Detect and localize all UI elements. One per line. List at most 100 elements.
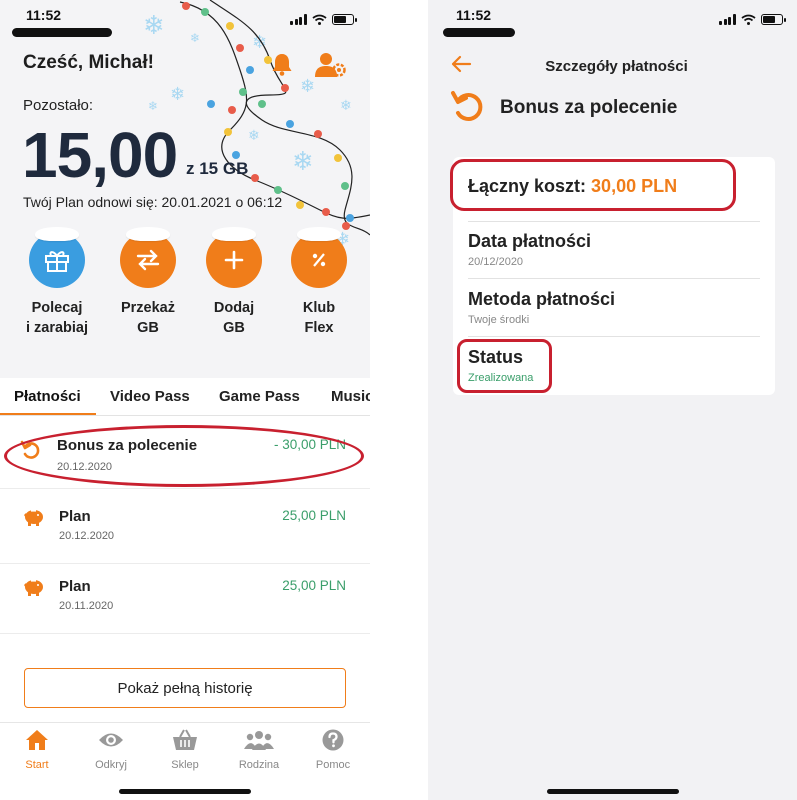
- svg-text:❄: ❄: [190, 31, 200, 45]
- add-gb-label: Dodaj GB: [213, 300, 255, 336]
- nav-family[interactable]: Rodzina: [222, 729, 296, 771]
- payment-date: 20.12.2020: [57, 461, 113, 473]
- eye-icon: [99, 733, 123, 747]
- plus-icon: [206, 227, 262, 288]
- flex-club-label: Klub Flex: [302, 300, 336, 336]
- total-cost-value: 30,00 PLN: [591, 176, 678, 196]
- payment-date-label: Data płatności: [468, 231, 592, 251]
- help-icon: [322, 729, 344, 751]
- hero-panel: ❄ ❄ ❄ ❄ ❄ ❄ ❄ ❄ ❄ ❄ 11:52 Cześć, Michał!…: [0, 0, 370, 378]
- payment-date: 20.12.2020: [59, 530, 115, 542]
- nav-label: Sklep: [171, 759, 199, 771]
- home-screen: ❄ ❄ ❄ ❄ ❄ ❄ ❄ ❄ ❄ ❄ 11:52 Cześć, Michał!…: [0, 0, 370, 800]
- bell-icon[interactable]: [271, 52, 293, 76]
- payment-title: Plan: [59, 508, 91, 525]
- svg-text:❄: ❄: [340, 98, 352, 114]
- content-tabs: Płatności Video Pass Game Pass Music: [0, 378, 370, 416]
- status-label: Status: [468, 347, 524, 367]
- bottom-navigation: Start Odkryj Sklep Rodzina Pomoc: [0, 722, 370, 800]
- status-icons: [290, 14, 357, 25]
- screen-gap: [370, 0, 428, 800]
- payment-date-row: Data płatności 20/12/2020: [468, 222, 760, 279]
- renewal-info: Twój Plan odnowi się: 20.01.2021 o 06:12: [23, 194, 283, 210]
- battery-icon: [331, 14, 357, 25]
- tab-game-pass[interactable]: Game Pass: [219, 388, 300, 405]
- greeting: Cześć, Michał!: [23, 52, 154, 73]
- transfer-gb-button[interactable]: Przekaż GB: [105, 227, 191, 338]
- payment-method-label: Metoda płatności: [468, 289, 616, 309]
- percent-icon: [291, 227, 347, 288]
- wifi-icon: [740, 14, 756, 25]
- piggy-bank-icon: [24, 580, 43, 596]
- refer-and-earn-label: Polecaj i zarabiaj: [25, 300, 89, 336]
- nav-start[interactable]: Start: [0, 729, 74, 771]
- svg-text:❄: ❄: [300, 76, 315, 97]
- payment-date: 20.11.2020: [59, 600, 114, 612]
- svg-text:❄: ❄: [143, 11, 165, 41]
- piggy-bank-icon: [24, 510, 43, 526]
- svg-text:❄: ❄: [252, 32, 267, 53]
- nav-discover[interactable]: Odkryj: [74, 729, 148, 771]
- status-row: Status Zrealizowana: [468, 337, 760, 391]
- show-full-history-button[interactable]: Pokaż pełną historię: [24, 668, 346, 708]
- tab-video-pass[interactable]: Video Pass: [110, 388, 190, 405]
- svg-text:❄: ❄: [170, 84, 185, 105]
- total-cost-row: Łączny koszt: 30,00 PLN: [468, 170, 760, 222]
- refund-icon: [20, 440, 40, 459]
- nav-label: Odkryj: [95, 759, 127, 771]
- basket-icon: [173, 729, 197, 750]
- payment-amount: - 30,00 PLN: [273, 437, 346, 452]
- status-time: 11:52: [456, 7, 492, 23]
- home-icon: [26, 730, 48, 750]
- home-indicator: [547, 789, 679, 794]
- add-gb-button[interactable]: Dodaj GB: [191, 227, 277, 338]
- page-title: Szczegóły płatności: [545, 58, 688, 75]
- tab-music[interactable]: Music: [331, 388, 370, 405]
- tab-payments[interactable]: Płatności: [14, 388, 81, 405]
- gift-icon: [29, 227, 85, 288]
- svg-text:❄: ❄: [292, 147, 314, 177]
- remaining-data-value: 15,00: [22, 119, 178, 191]
- home-indicator: [119, 789, 251, 794]
- payment-row[interactable]: Plan 20.12.2020 25,00 PLN: [0, 494, 370, 564]
- flex-club-button[interactable]: Klub Flex: [276, 227, 362, 338]
- payment-details-screen: 11:52 Szczegóły płatności Bonus za polec…: [428, 0, 797, 800]
- payment-method-value: Twoje środki: [468, 314, 530, 326]
- signal-icon: [290, 14, 307, 25]
- svg-text:❄: ❄: [148, 99, 158, 113]
- redacted-carrier: [12, 28, 112, 37]
- svg-text:❄: ❄: [248, 128, 260, 144]
- status-time: 11:52: [26, 7, 62, 23]
- payment-amount: 25,00 PLN: [282, 578, 346, 593]
- nav-label: Rodzina: [238, 759, 280, 771]
- active-tab-indicator: [0, 413, 96, 415]
- payment-row[interactable]: Bonus za polecenie 20.12.2020 - 30,00 PL…: [0, 423, 370, 489]
- nav-label: Start: [25, 759, 49, 771]
- payment-method-row: Metoda płatności Twoje środki: [468, 279, 760, 337]
- payment-row[interactable]: Plan 20.11.2020 25,00 PLN: [0, 564, 370, 634]
- refer-and-earn-button[interactable]: Polecaj i zarabiaj: [14, 227, 100, 338]
- status-icons: [719, 14, 786, 25]
- transfer-gb-label: Przekaż GB: [120, 300, 175, 336]
- redacted-carrier: [443, 28, 515, 37]
- remaining-data-total: z 15 GB: [186, 159, 249, 178]
- nav-shop[interactable]: Sklep: [148, 729, 222, 771]
- payment-title: Plan: [59, 578, 91, 595]
- transfer-icon: [120, 227, 176, 288]
- payment-date-value: 20/12/2020: [468, 256, 524, 268]
- status-value: Zrealizowana: [468, 372, 534, 384]
- payment-title: Bonus za polecenie: [57, 437, 198, 454]
- family-icon: [244, 731, 274, 750]
- total-cost-label: Łączny koszt:: [468, 176, 587, 196]
- battery-icon: [760, 14, 786, 25]
- total-cost: Łączny koszt: 30,00 PLN: [468, 176, 760, 197]
- payment-details-card: Łączny koszt: 30,00 PLN Data płatności 2…: [453, 157, 775, 395]
- payment-amount: 25,00 PLN: [282, 508, 346, 523]
- nav-help[interactable]: Pomoc: [296, 729, 370, 771]
- signal-icon: [719, 14, 736, 25]
- refund-icon: [451, 91, 483, 121]
- remaining-label: Pozostało:: [23, 97, 94, 114]
- wifi-icon: [311, 14, 327, 25]
- nav-label: Pomoc: [315, 759, 351, 771]
- user-settings-icon[interactable]: [315, 52, 347, 78]
